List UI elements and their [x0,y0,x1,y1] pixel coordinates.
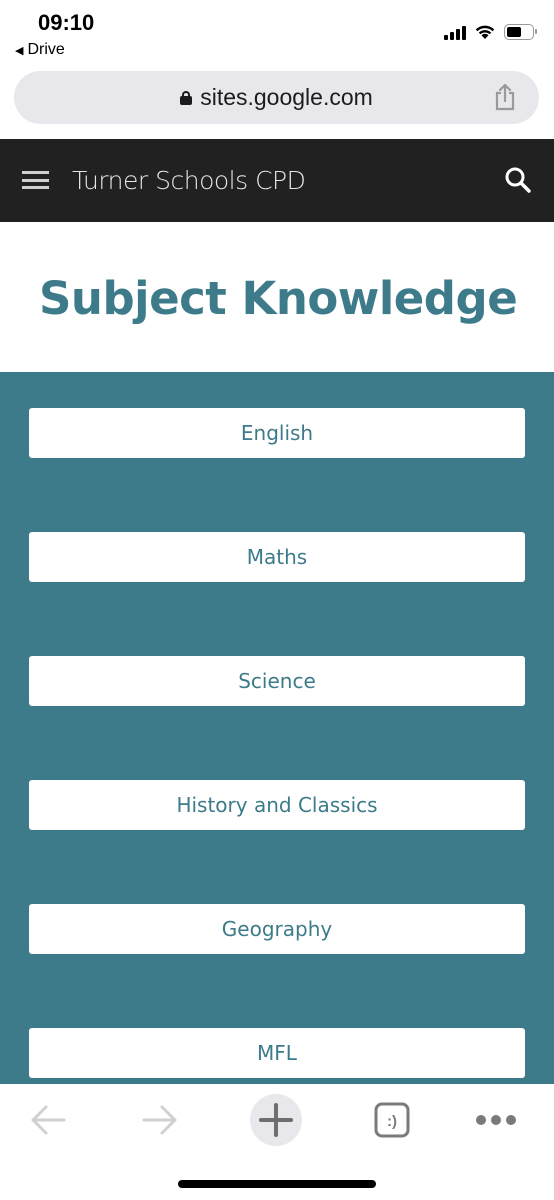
back-arrow-icon [31,1105,66,1135]
search-icon[interactable] [504,166,532,194]
tab-switcher-button[interactable]: :) [366,1094,418,1146]
subject-button-maths[interactable]: Maths [29,532,525,582]
status-time: 09:10 [38,10,95,35]
battery-level [507,27,522,37]
url-text: sites.google.com [200,84,373,110]
status-bar: 09:10 ◀ Drive [0,0,554,66]
subject-button-geography[interactable]: Geography [29,904,525,954]
subject-button-english[interactable]: English [29,408,525,458]
address-bar[interactable]: sites.google.com [14,71,539,124]
battery-icon [504,24,537,40]
address-display: sites.google.com [14,84,539,111]
back-to-app-link[interactable]: ◀ Drive [15,41,65,59]
tab-switcher-icon: :) [374,1102,410,1138]
new-tab-button[interactable] [250,1094,302,1146]
subject-button-science[interactable]: Science [29,656,525,706]
lock-icon [180,90,193,105]
more-menu-button[interactable] [470,1094,522,1146]
status-icons [444,24,537,40]
subject-button-mfl[interactable]: MFL [29,1028,525,1078]
title-section: Subject Knowledge [0,222,554,372]
cellular-signal-icon [444,24,466,40]
forward-button[interactable] [134,1094,186,1146]
page-title: Subject Knowledge [39,272,518,325]
svg-text::): :) [387,1113,397,1130]
hamburger-menu-icon[interactable] [22,171,49,189]
more-menu-icon [476,1115,516,1125]
site-header: Turner Schools CPD [0,139,554,222]
new-tab-plus-icon [259,1103,293,1137]
back-triangle-icon: ◀ [15,44,24,57]
subject-button-history-and-classics[interactable]: History and Classics [29,780,525,830]
home-indicator[interactable] [178,1180,376,1188]
subject-list: English Maths Science History and Classi… [0,372,554,1084]
wifi-icon [475,25,495,39]
share-icon[interactable] [493,83,517,111]
back-app-label: Drive [27,41,65,58]
forward-arrow-icon [142,1105,177,1135]
site-title[interactable]: Turner Schools CPD [72,166,306,195]
back-button[interactable] [22,1094,74,1146]
